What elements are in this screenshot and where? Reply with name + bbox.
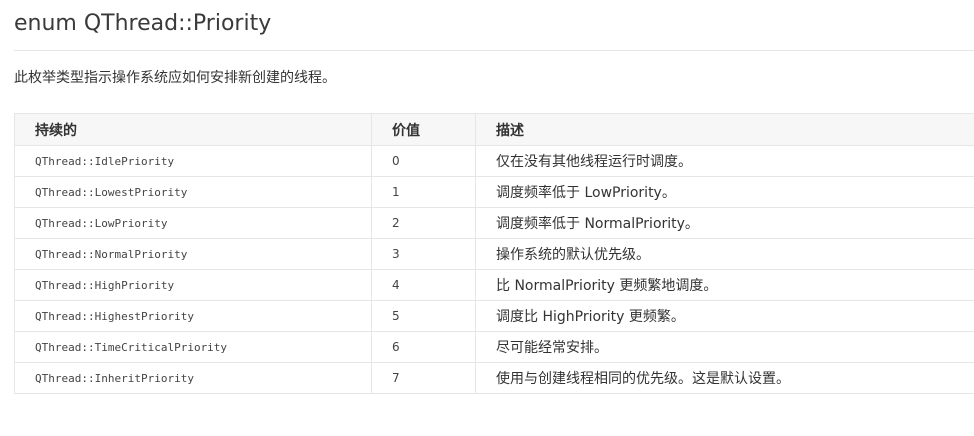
constant-description: 调度频率低于 LowPriority。 — [475, 176, 974, 208]
constant-description: 调度比 HighPriority 更频繁。 — [475, 300, 974, 332]
table-header-row: 持续的 价值 描述 — [14, 113, 974, 146]
constant-description: 尽可能经常安排。 — [475, 331, 974, 363]
header-value: 价值 — [371, 113, 476, 146]
constant-description: 比 NormalPriority 更频繁地调度。 — [475, 269, 974, 301]
constant-name: QThread::HighPriority — [14, 269, 372, 301]
table-row: QThread::HighestPriority 5 调度比 HighPrior… — [14, 300, 974, 332]
constant-description: 操作系统的默认优先级。 — [475, 238, 974, 270]
table-row: QThread::HighPriority 4 比 NormalPriority… — [14, 269, 974, 301]
priority-enum-table: 持续的 价值 描述 QThread::IdlePriority 0 仅在没有其他… — [14, 113, 974, 394]
constant-name: QThread::InheritPriority — [14, 362, 372, 394]
constant-value: 3 — [371, 238, 476, 270]
constant-value: 7 — [371, 362, 476, 394]
constant-description: 仅在没有其他线程运行时调度。 — [475, 145, 974, 177]
table-row: QThread::NormalPriority 3 操作系统的默认优先级。 — [14, 238, 974, 270]
constant-description: 调度频率低于 NormalPriority。 — [475, 207, 974, 239]
constant-value: 5 — [371, 300, 476, 332]
table-row: QThread::LowPriority 2 调度频率低于 NormalPrio… — [14, 207, 974, 239]
constant-name: QThread::IdlePriority — [14, 145, 372, 177]
heading-divider — [14, 50, 974, 51]
constant-name: QThread::NormalPriority — [14, 238, 372, 270]
section-description: 此枚举类型指示操作系统应如何安排新创建的线程。 — [14, 70, 336, 86]
constant-value: 6 — [371, 331, 476, 363]
constant-value: 0 — [371, 145, 476, 177]
table-row: QThread::LowestPriority 1 调度频率低于 LowPrio… — [14, 176, 974, 208]
header-description: 描述 — [475, 113, 974, 146]
constant-value: 4 — [371, 269, 476, 301]
constant-name: QThread::LowPriority — [14, 207, 372, 239]
section-heading: enum QThread::Priority — [14, 11, 272, 36]
header-constant: 持续的 — [14, 113, 372, 146]
table-row: QThread::IdlePriority 0 仅在没有其他线程运行时调度。 — [14, 145, 974, 177]
constant-value: 1 — [371, 176, 476, 208]
constant-name: QThread::HighestPriority — [14, 300, 372, 332]
table-row: QThread::InheritPriority 7 使用与创建线程相同的优先级… — [14, 362, 974, 394]
constant-description: 使用与创建线程相同的优先级。这是默认设置。 — [475, 362, 974, 394]
table-row: QThread::TimeCriticalPriority 6 尽可能经常安排。 — [14, 331, 974, 363]
constant-name: QThread::LowestPriority — [14, 176, 372, 208]
constant-name: QThread::TimeCriticalPriority — [14, 331, 372, 363]
constant-value: 2 — [371, 207, 476, 239]
